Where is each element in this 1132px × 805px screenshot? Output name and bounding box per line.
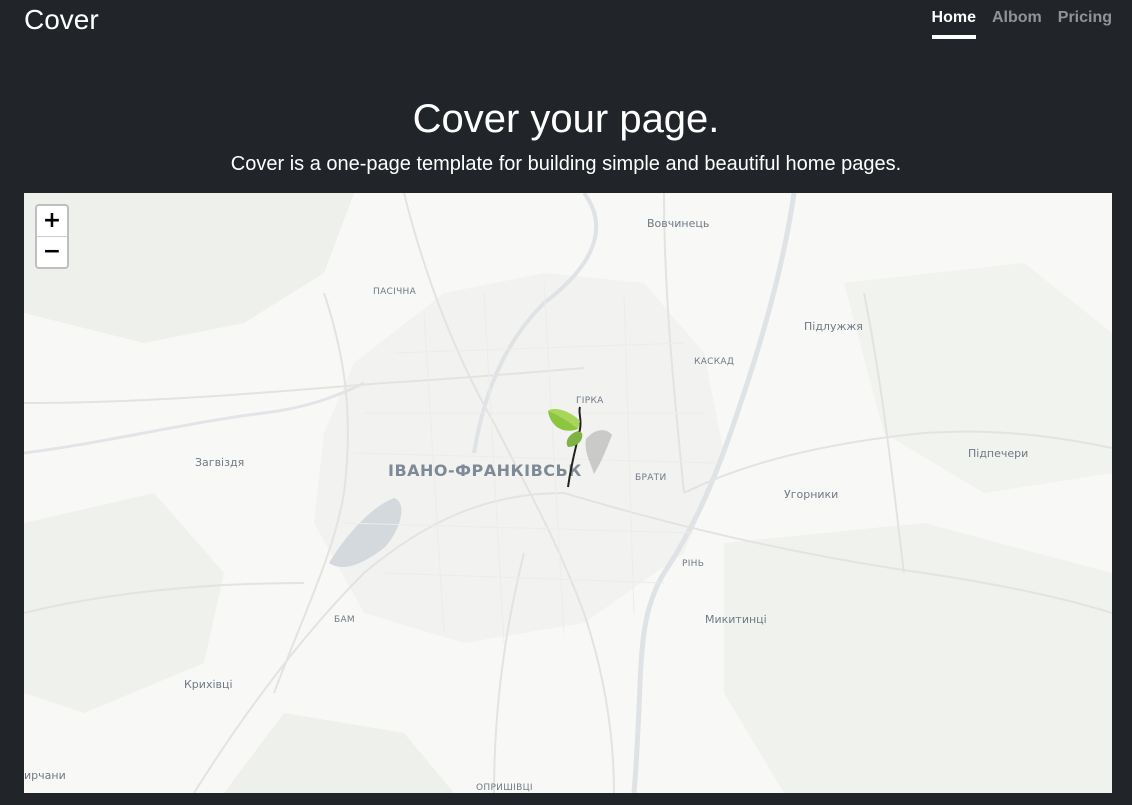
- zoom-control: + −: [35, 204, 69, 269]
- map-label-uhornyky: Угорники: [784, 488, 839, 501]
- map-label-zahvizdia: Загвіздя: [195, 456, 245, 469]
- map-label-vovchynets: Вовчинець: [647, 217, 710, 230]
- map-label-rin: РІНЬ: [682, 559, 705, 569]
- map-view[interactable]: + − Вовчинець ПАСІЧНА Підлужжя КАСКАД ГІ…: [24, 193, 1112, 793]
- map-label-pidpechery: Підпечери: [968, 447, 1029, 460]
- map-label-mykytyntsi: Микитинці: [705, 613, 767, 626]
- map-label-pidluzhzhia: Підлужжя: [804, 320, 863, 333]
- map-label-braty: БРАТИ: [635, 473, 667, 483]
- main-nav: Home Albom Pricing: [931, 9, 1112, 39]
- map-label-myrchany: ирчани: [24, 769, 66, 782]
- nav-albom-link[interactable]: Albom: [992, 9, 1042, 39]
- map-label-pasichna: ПАСІЧНА: [373, 287, 417, 297]
- brand-title: Cover: [24, 4, 99, 35]
- hero-title: Cover your page.: [412, 97, 720, 141]
- map-label-bam: БАМ: [334, 615, 355, 625]
- map-label-kaskad: КАСКАД: [694, 357, 735, 367]
- map-label-kryhivtsi: Крихівці: [184, 678, 233, 691]
- map-label-opryshivtsi: ОПРИШІВЦІ: [476, 783, 533, 793]
- nav-home-link[interactable]: Home: [931, 9, 976, 39]
- zoom-in-button[interactable]: +: [37, 206, 67, 237]
- zoom-out-button[interactable]: −: [37, 237, 67, 267]
- nav-pricing-link[interactable]: Pricing: [1058, 9, 1112, 39]
- hero-lead: Cover is a one-page template for buildin…: [230, 153, 902, 175]
- leaf-marker-icon[interactable]: [544, 399, 624, 499]
